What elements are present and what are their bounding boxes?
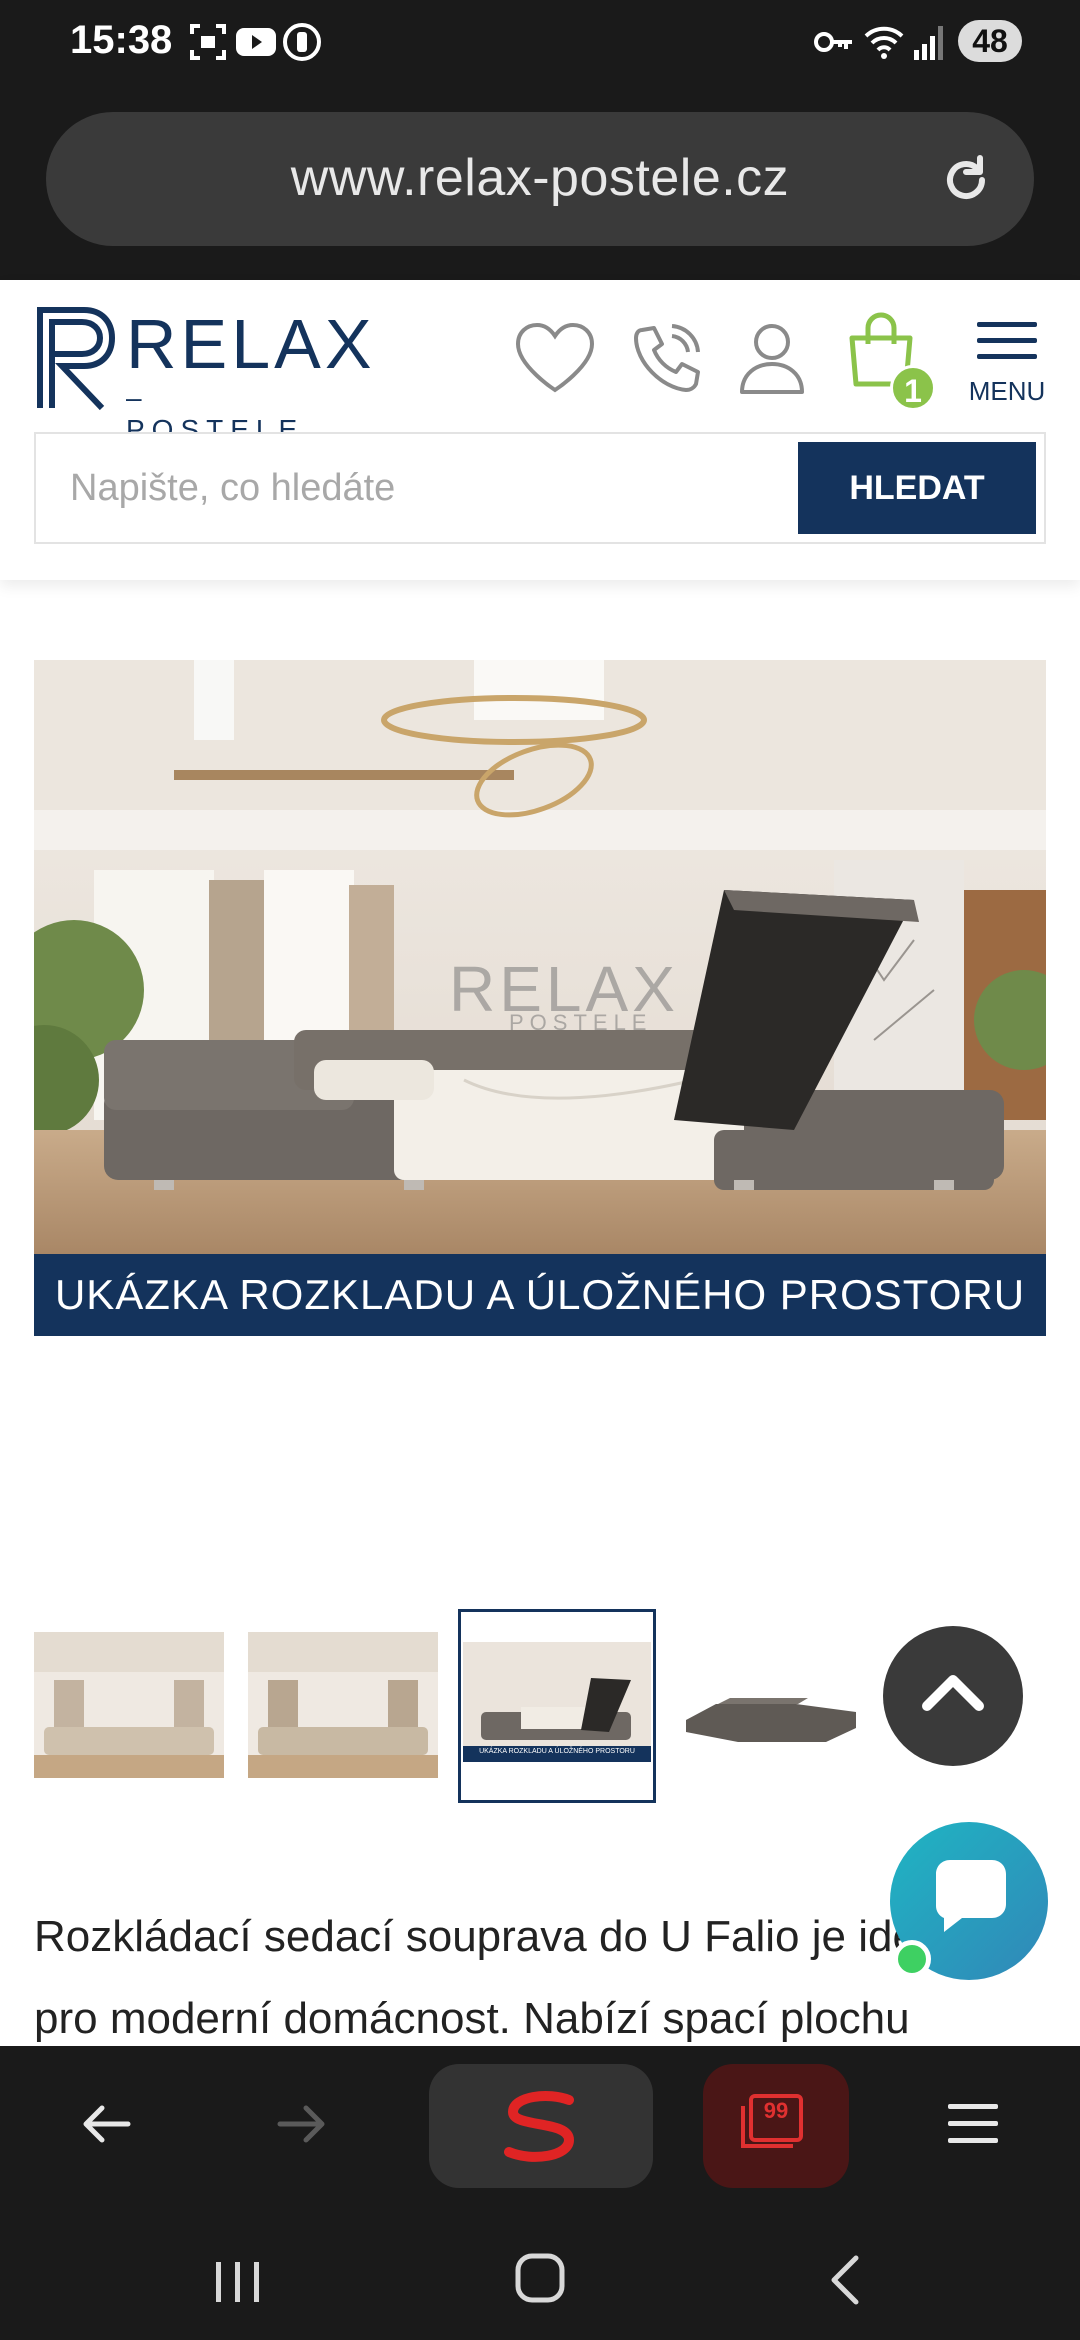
hamburger-menu-icon[interactable] (946, 2098, 1000, 2150)
thumbnail-caption: UKÁZKA ROZKLADU A ÚLOŽNÉHO PROSTORU (479, 1748, 635, 1755)
recent-apps-icon[interactable] (210, 2256, 266, 2308)
browser-toolbar: www.relax-postele.cz (0, 90, 1080, 280)
thumbnail-image (678, 1632, 868, 1778)
logo-mark-icon (37, 307, 116, 411)
user-icon[interactable] (734, 320, 810, 396)
phone-icon[interactable] (628, 320, 704, 396)
chevron-up-icon (922, 1675, 984, 1711)
watch-icon (283, 23, 321, 61)
thumbnail-4[interactable] (678, 1632, 868, 1778)
chat-online-indicator (893, 1940, 931, 1978)
system-navigation-bar (0, 2200, 1080, 2340)
youtube-icon (236, 28, 276, 56)
scroll-to-top-button[interactable] (883, 1626, 1023, 1766)
home-icon[interactable] (512, 2250, 568, 2306)
menu-button[interactable]: MENU (962, 316, 1052, 406)
heart-icon[interactable] (512, 320, 598, 396)
status-time: 15:38 (70, 18, 173, 62)
system-back-icon[interactable] (820, 2252, 870, 2308)
search-input[interactable] (36, 434, 796, 542)
site-header: RELAX – POSTELE – 1 MENU HLEDAT (0, 280, 1080, 580)
thumbnail-3-selected[interactable]: UKÁZKA ROZKLADU A ÚLOŽNÉHO PROSTORU (458, 1609, 656, 1803)
battery-indicator: 48 (958, 20, 1022, 62)
search-button[interactable]: HLEDAT (798, 442, 1036, 534)
signal-icon (914, 26, 943, 60)
menu-label: MENU (968, 376, 1046, 406)
thumbnail-image (34, 1632, 224, 1778)
back-arrow-icon[interactable] (78, 2096, 134, 2152)
thumbnail-image (461, 1612, 653, 1800)
logo-text-relax: RELAX (126, 305, 376, 383)
address-bar[interactable]: www.relax-postele.cz (46, 112, 1034, 246)
status-bar: 15:38 48 (0, 0, 1080, 90)
tabs-button[interactable]: 99 (703, 2064, 849, 2188)
screenshot-icon (190, 24, 226, 60)
wifi-icon (864, 26, 904, 59)
thumbnail-2[interactable] (248, 1632, 438, 1778)
forward-arrow-icon[interactable] (274, 2096, 330, 2152)
product-main-image[interactable]: RELAX POSTELE UKÁZKA ROZKLADU A ÚLOŽNÉHO… (34, 660, 1046, 1336)
menu-icon (977, 322, 1037, 359)
search-bar: HLEDAT (34, 432, 1046, 544)
browser-logo-icon (504, 2091, 575, 2162)
reload-icon[interactable] (936, 150, 996, 210)
image-caption-banner: UKÁZKA ROZKLADU A ÚLOŽNÉHO PROSTORU (34, 1254, 1046, 1336)
cart-count-badge: 1 (890, 365, 936, 411)
thumbnail-1[interactable] (34, 1632, 224, 1778)
url-text[interactable]: www.relax-postele.cz (46, 148, 1034, 208)
browser-home-button[interactable] (429, 2064, 653, 2188)
thumbnail-image (248, 1632, 438, 1778)
site-logo[interactable]: RELAX – POSTELE – (34, 302, 372, 477)
watermark-postele: POSTELE (509, 1010, 653, 1035)
key-icon (814, 32, 852, 52)
tabs-icon (741, 2094, 803, 2148)
tabs-count: 99 (763, 2098, 789, 2123)
